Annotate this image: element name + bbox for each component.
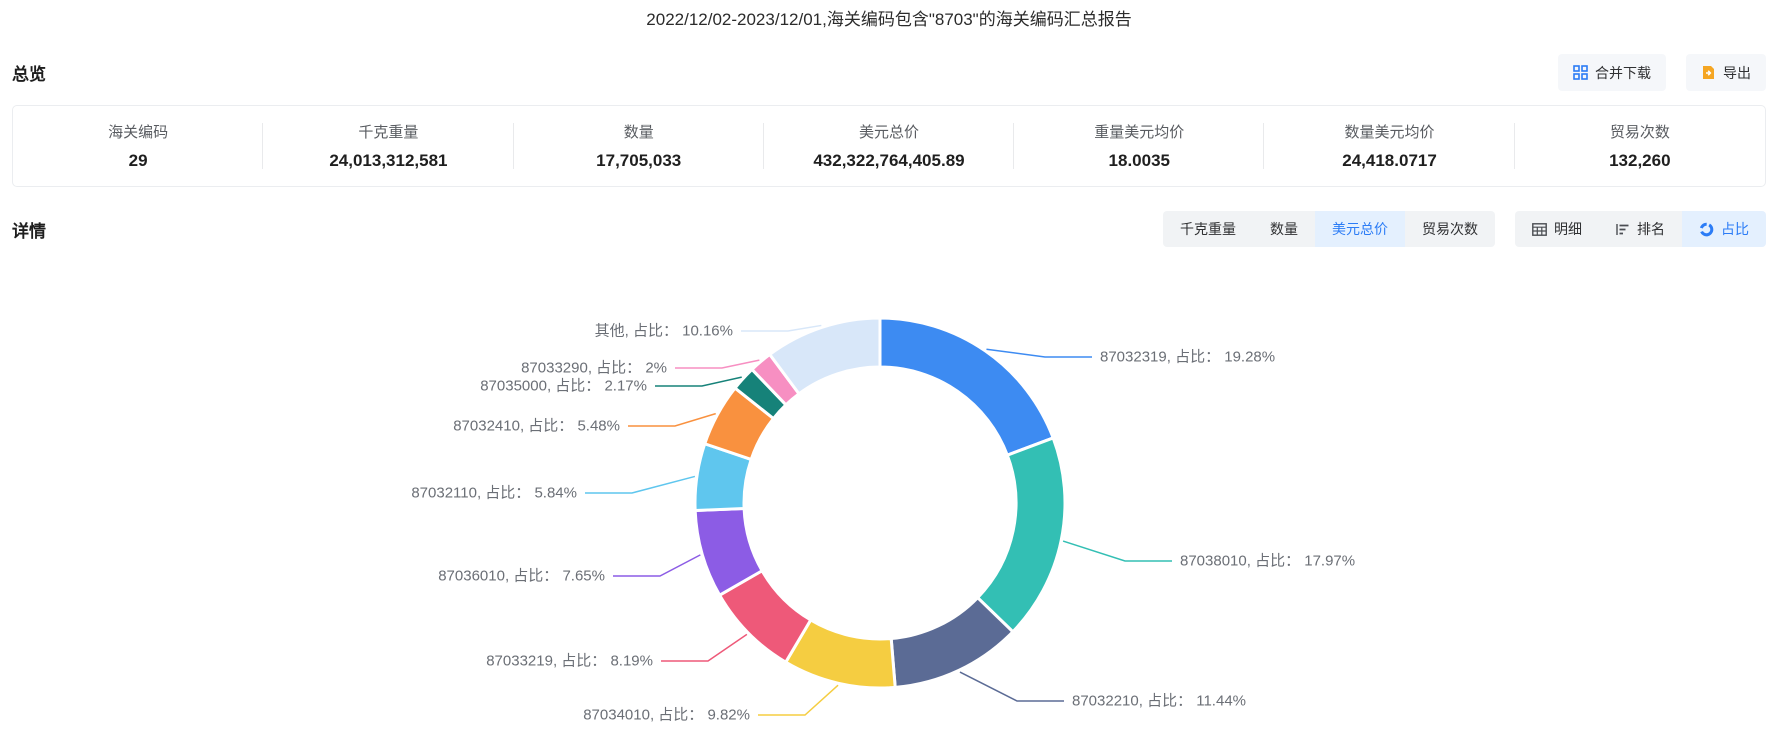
tab-kg-weight[interactable]: 千克重量 [1163,211,1253,247]
pie-label-87036010: 87036010, 占比： 7.65% [438,568,605,585]
stat-trade-count: 贸易次数 132,260 [1609,124,1671,170]
export-icon [1701,65,1716,80]
rank-icon [1616,223,1630,236]
pie-slice-87032319[interactable] [878,316,1055,457]
pie-label-line-87032319 [986,348,1092,358]
donut-chart: 87032319, 占比： 19.28% 87038010, 占比： 17.97%… [0,263,1778,735]
tab-share-view[interactable]: 占比 [1682,211,1766,247]
metric-tab-group: 千克重量 数量 美元总价 贸易次数 [1163,211,1495,247]
overview-heading: 总览 [12,65,46,84]
view-tab-group: 明细 排名 占比 [1515,211,1766,247]
pie-label-line-87032210 [959,671,1064,702]
pie-label-87032110: 87032110, 占比： 5.84% [411,485,577,502]
merge-download-button[interactable]: 合并下载 [1558,54,1666,91]
stat-usd-per-qty: 数量美元均价 24,418.0717 [1264,119,1515,173]
pie-label-87033290: 87033290, 占比： 2% [521,360,667,377]
detail-toolbar: 千克重量 数量 美元总价 贸易次数 明细 排名 占比 [1163,211,1766,247]
pie-label-line-其他 [741,324,822,332]
tab-quantity[interactable]: 数量 [1253,211,1315,247]
tab-detail-view[interactable]: 明细 [1515,211,1599,247]
overview-header: 总览 合并下载 导出 [12,54,1766,91]
pie-label-87032410: 87032410, 占比： 5.48% [453,418,620,435]
tab-rank-view[interactable]: 排名 [1599,211,1682,247]
pie-label-87035000: 87035000, 占比： 2.17% [480,378,647,395]
pie-label-line-87033290 [675,359,760,369]
export-button[interactable]: 导出 [1686,54,1766,91]
pie-label-line-87034010 [758,684,839,716]
pie-label-line-87033219 [661,633,748,662]
overview-stats-card: 海关编码 29 千克重量 24,013,312,581 数量 17,705,03… [12,105,1766,187]
merge-download-icon [1573,65,1588,80]
pie-label-其他: 其他, 占比： 10.16% [595,323,733,340]
stat-kg-weight: 千克重量 24,013,312,581 [263,119,514,173]
tab-usd-total[interactable]: 美元总价 [1315,211,1405,247]
donut-icon [1699,222,1714,237]
pie-label-87032210: 87032210, 占比： 11.44% [1072,693,1246,710]
pie-label-87033219: 87033219, 占比： 8.19% [486,653,653,670]
tab-trade-count[interactable]: 贸易次数 [1405,211,1495,247]
pie-label-87034010: 87034010, 占比： 9.82% [583,707,750,724]
merge-download-label: 合并下载 [1595,64,1651,81]
pie-label-line-87032110 [585,475,696,494]
pie-label-line-87035000 [655,376,742,387]
pie-label-line-87038010 [1062,540,1172,562]
pie-label-line-87032410 [628,412,716,427]
page-title: 2022/12/02-2023/12/01,海关编码包含"8703"的海关编码汇… [646,10,1132,29]
stat-usd-total: 美元总价 432,322,764,405.89 [764,119,1015,173]
overview-actions: 合并下载 导出 [1558,54,1766,91]
pie-label-87038010: 87038010, 占比： 17.97% [1180,553,1355,570]
export-label: 导出 [1723,64,1751,81]
pie-slice-87038010[interactable] [976,436,1067,634]
pie-label-line-87036010 [613,554,701,577]
pie-label-87032319: 87032319, 占比： 19.28% [1100,349,1275,366]
stat-quantity: 数量 17,705,033 [514,119,765,173]
table-icon [1532,222,1547,236]
detail-header: 详情 千克重量 数量 美元总价 贸易次数 明细 排名 占比 [12,211,1766,247]
stat-usd-per-weight: 重量美元均价 18.0035 [1014,119,1265,173]
detail-heading: 详情 [12,221,46,241]
stat-hs-code: 海关编码 29 [13,119,264,173]
